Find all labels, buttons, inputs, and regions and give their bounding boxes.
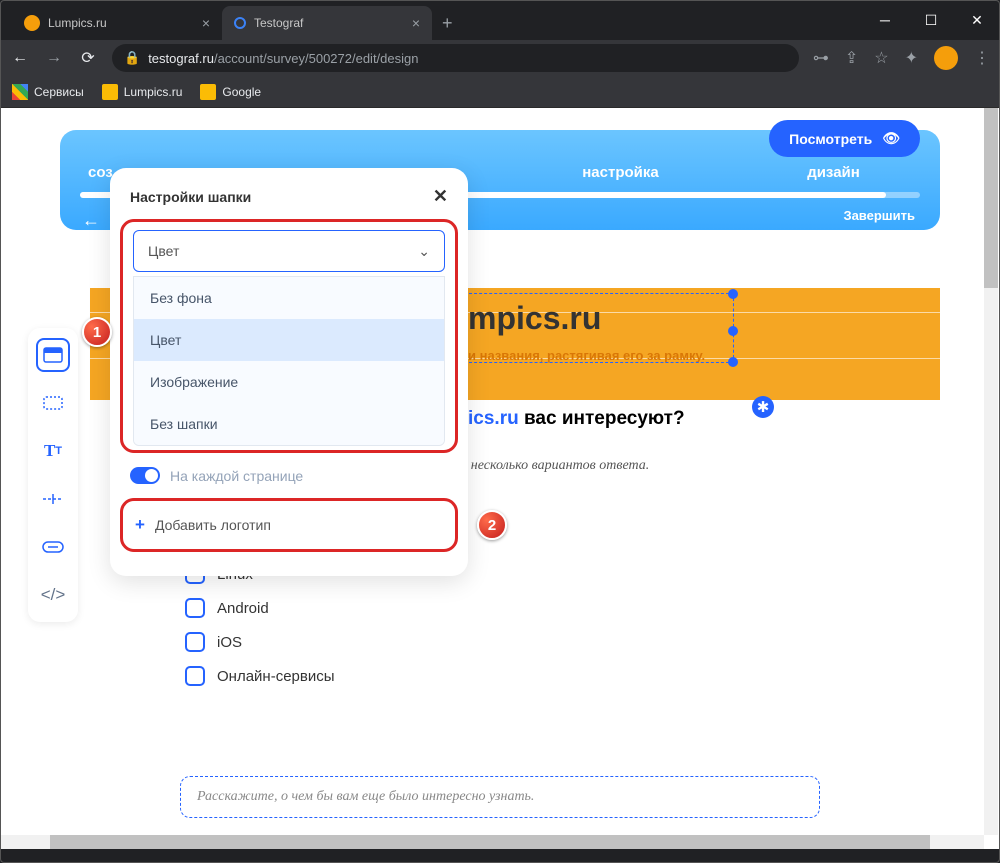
header-tool-icon[interactable] bbox=[36, 338, 70, 372]
tab-title: Testograf bbox=[254, 16, 303, 30]
profile-avatar[interactable] bbox=[934, 46, 958, 70]
apps-icon bbox=[12, 84, 28, 100]
add-logo-button[interactable]: + Добавить логотип bbox=[120, 498, 458, 552]
browser-tab-lumpics[interactable]: Lumpics.ru × bbox=[12, 6, 222, 40]
close-window-button[interactable]: ✕ bbox=[954, 0, 1000, 40]
step-design[interactable]: дизайн bbox=[727, 164, 940, 181]
preview-button[interactable]: Посмотреть 👁 bbox=[769, 120, 920, 157]
forward-icon[interactable]: → bbox=[44, 49, 64, 67]
dropdown-option-nobg[interactable]: Без фона bbox=[134, 277, 444, 319]
toggle-switch[interactable] bbox=[130, 467, 160, 484]
code-tool-icon[interactable]: </> bbox=[36, 578, 70, 612]
annotation-highlight-1: Цвет ⌄ Без фона Цвет Изображение Без шап… bbox=[120, 219, 458, 453]
header-settings-panel: Настройки шапки ✕ Цвет ⌄ Без фона Цвет И… bbox=[110, 168, 468, 576]
toggle-label: На каждой странице bbox=[170, 468, 303, 484]
every-page-toggle-row: На каждой странице bbox=[110, 453, 468, 490]
back-arrow-icon[interactable]: ← bbox=[82, 210, 100, 231]
browser-titlebar: Lumpics.ru × Testograf × + ─ ☐ ✕ bbox=[0, 0, 1000, 40]
tab-title: Lumpics.ru bbox=[48, 16, 107, 30]
folder-icon bbox=[200, 84, 216, 100]
option-item[interactable]: Онлайн-сервисы bbox=[185, 666, 335, 686]
question-title[interactable]: ics.ru вас интересуют? bbox=[468, 408, 685, 430]
menu-icon[interactable]: ⋮ bbox=[974, 48, 990, 68]
header-type-select[interactable]: Цвет ⌄ bbox=[133, 230, 445, 272]
body-tool-icon[interactable] bbox=[36, 386, 70, 420]
url-input[interactable]: 🔒 testograf.ru/account/survey/500272/edi… bbox=[112, 44, 799, 72]
vertical-scrollbar[interactable] bbox=[984, 108, 998, 835]
horizontal-scrollbar[interactable] bbox=[0, 835, 984, 849]
close-icon[interactable]: × bbox=[412, 15, 420, 31]
eye-icon: 👁 bbox=[882, 130, 900, 147]
divider-tool-icon[interactable] bbox=[36, 482, 70, 516]
bookmark-google[interactable]: Google bbox=[200, 84, 261, 100]
dropdown-option-image[interactable]: Изображение bbox=[134, 361, 444, 403]
back-icon[interactable]: ← bbox=[10, 49, 30, 67]
chevron-down-icon: ⌄ bbox=[418, 243, 430, 260]
checkbox[interactable] bbox=[185, 598, 205, 618]
folder-icon bbox=[102, 84, 118, 100]
address-bar: ← → ⟳ 🔒 testograf.ru/account/survey/5002… bbox=[0, 40, 1000, 76]
browser-tab-testograf[interactable]: Testograf × bbox=[222, 6, 432, 40]
required-star-icon[interactable]: ✱ bbox=[752, 396, 774, 418]
bookmarks-bar: Сервисы Lumpics.ru Google bbox=[0, 76, 1000, 108]
favicon-icon bbox=[24, 15, 40, 31]
annotation-badge-2: 2 bbox=[477, 510, 507, 540]
header-type-dropdown: Без фона Цвет Изображение Без шапки bbox=[133, 276, 445, 446]
maximize-button[interactable]: ☐ bbox=[908, 0, 954, 40]
selection-box[interactable] bbox=[464, 293, 734, 363]
design-toolbar: TT </> bbox=[28, 328, 78, 622]
option-item[interactable]: Android bbox=[185, 598, 335, 618]
annotation-badge-1: 1 bbox=[82, 317, 112, 347]
dropdown-option-noheader[interactable]: Без шапки bbox=[134, 403, 444, 445]
minimize-button[interactable]: ─ bbox=[862, 0, 908, 40]
reload-icon[interactable]: ⟳ bbox=[78, 48, 98, 68]
dropdown-option-color[interactable]: Цвет bbox=[134, 319, 444, 361]
checkbox[interactable] bbox=[185, 666, 205, 686]
panel-title: Настройки шапки bbox=[130, 189, 251, 205]
close-icon[interactable]: × bbox=[202, 15, 210, 31]
lock-icon: 🔒 bbox=[124, 50, 140, 66]
bookmark-lumpics[interactable]: Lumpics.ru bbox=[102, 84, 183, 100]
checkbox[interactable] bbox=[185, 632, 205, 652]
extensions-icon[interactable]: ✦ bbox=[905, 48, 918, 68]
option-item[interactable]: iOS bbox=[185, 632, 335, 652]
plus-icon: + bbox=[135, 515, 145, 535]
star-icon[interactable]: ☆ bbox=[874, 48, 888, 68]
page-content: Посмотреть 👁 соз x настройка дизайн ← За… bbox=[0, 108, 1000, 849]
close-icon[interactable]: ✕ bbox=[433, 186, 448, 207]
url-path: /account/survey/500272/edit/design bbox=[214, 51, 419, 66]
key-icon[interactable]: ⊶ bbox=[813, 48, 829, 68]
share-icon[interactable]: ⇪ bbox=[845, 48, 858, 68]
step-settings[interactable]: настройка bbox=[514, 164, 727, 181]
button-tool-icon[interactable] bbox=[36, 530, 70, 564]
free-text-input[interactable]: Расскажите, о чем бы вам еще было интере… bbox=[180, 776, 820, 818]
bookmark-services[interactable]: Сервисы bbox=[12, 84, 84, 100]
favicon-icon bbox=[234, 17, 246, 29]
finish-link[interactable]: Завершить bbox=[843, 208, 915, 223]
url-domain: testograf.ru bbox=[148, 51, 214, 66]
new-tab-button[interactable]: + bbox=[432, 6, 463, 40]
